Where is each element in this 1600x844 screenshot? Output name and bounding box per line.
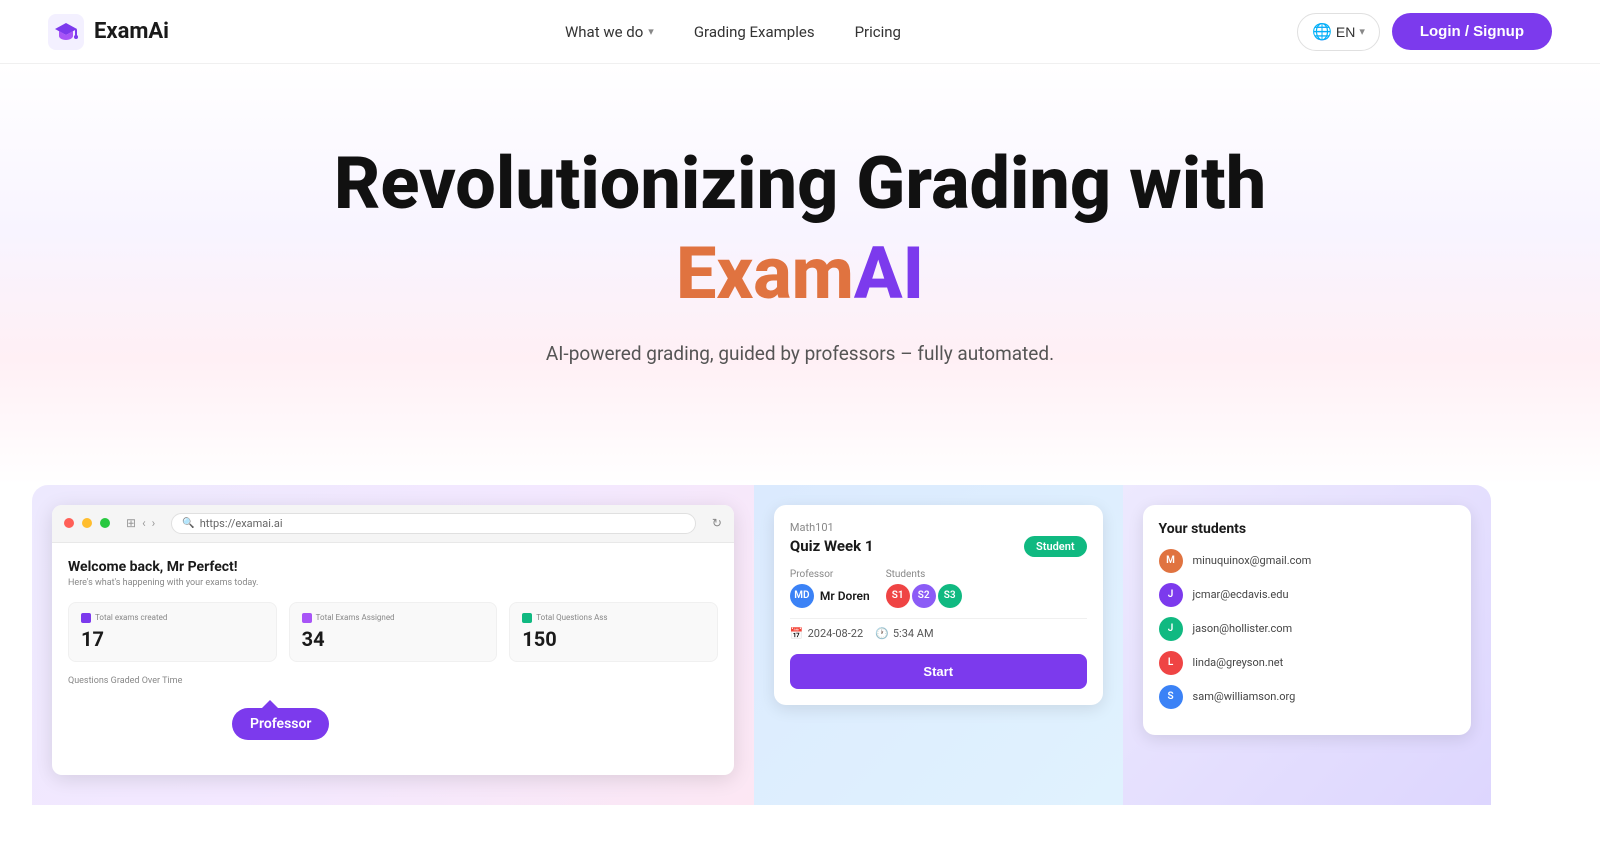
student-avatar: J [1159, 583, 1183, 607]
nav-links: What we do ▾ Grading Examples Pricing [565, 23, 901, 41]
stat-icon-questions [522, 613, 532, 623]
professor-avatar: MD [790, 584, 814, 608]
quiz-course: Math101 [790, 521, 1087, 534]
logo[interactable]: ExamAi [48, 14, 169, 50]
stats-row: Total exams created 17 Total Exams Assig… [68, 602, 718, 662]
student-avatar: S [1159, 685, 1183, 709]
chart-label: Questions Graded Over Time [68, 676, 718, 686]
stat-icon-assigned [302, 613, 312, 623]
student-item: M minuquinox@gmail.com [1159, 549, 1456, 573]
back-icon[interactable]: ‹ [142, 516, 146, 530]
professor-tooltip: Professor [232, 708, 329, 740]
browser-bar: ⊞ ‹ › 🔍 https://examai.ai ↻ [52, 505, 734, 543]
brand-exam: Exam [676, 231, 854, 316]
student-item: J jason@hollister.com [1159, 617, 1456, 641]
navbar: ExamAi What we do ▾ Grading Examples Pri… [0, 0, 1600, 64]
stat-exams-assigned: Total Exams Assigned 34 [289, 602, 498, 662]
student-avatar-1: S1 [886, 584, 910, 608]
chevron-down-icon: ▾ [648, 25, 654, 38]
url-bar[interactable]: 🔍 https://examai.ai [171, 513, 696, 534]
browser-controls: ⊞ ‹ › [126, 516, 155, 530]
student-item: L linda@greyson.net [1159, 651, 1456, 675]
quiz-date: 📅 2024-08-22 [790, 627, 863, 640]
language-button[interactable]: 🌐 EN ▾ [1297, 13, 1380, 51]
student-item: S sam@williamson.org [1159, 685, 1456, 709]
brand-ai: AI [854, 231, 924, 316]
professor-info: MD Mr Doren [790, 584, 870, 608]
nav-grading-examples[interactable]: Grading Examples [694, 23, 815, 41]
quiz-info-row: Professor MD Mr Doren Students S1 S2 S3 [790, 569, 1087, 608]
logo-icon [48, 14, 84, 50]
quiz-title: Quiz Week 1 [790, 537, 874, 555]
welcome-subtitle: Here's what's happening with your exams … [68, 578, 718, 588]
quiz-title-row: Quiz Week 1 Student [790, 536, 1087, 557]
student-avatar-3: S3 [938, 584, 962, 608]
browser-content: Welcome back, Mr Perfect! Here's what's … [52, 543, 734, 702]
student-avatar: L [1159, 651, 1183, 675]
students-title: Your students [1159, 521, 1456, 537]
logo-text: ExamAi [94, 19, 169, 44]
quiz-datetime: 📅 2024-08-22 🕐 5:34 AM [790, 618, 1087, 640]
forward-icon[interactable]: › [152, 516, 156, 530]
student-badge: Student [1024, 536, 1087, 557]
stat-icon [81, 613, 91, 623]
student-avatar: M [1159, 549, 1183, 573]
browser-dot-red [64, 518, 74, 528]
welcome-title: Welcome back, Mr Perfect! [68, 559, 718, 575]
browser-window: ⊞ ‹ › 🔍 https://examai.ai ↻ Welcome back… [52, 505, 734, 775]
browser-dot-yellow [82, 518, 92, 528]
clock-icon: 🕐 [875, 627, 889, 640]
start-button[interactable]: Start [790, 654, 1087, 689]
professor-name: Mr Doren [820, 589, 870, 603]
search-icon: 🔍 [182, 518, 194, 529]
screenshots-section: ⊞ ‹ › 🔍 https://examai.ai ↻ Welcome back… [0, 485, 1600, 805]
nav-right: 🌐 EN ▾ Login / Signup [1297, 13, 1552, 51]
nav-pricing[interactable]: Pricing [855, 23, 901, 41]
browser-dot-green [100, 518, 110, 528]
sidebar-icon: ⊞ [126, 516, 136, 530]
students-list: M minuquinox@gmail.com J jcmar@ecdavis.e… [1159, 549, 1456, 709]
hero-title-line1: Revolutionizing Grading with [48, 144, 1552, 223]
students-avatars: S1 S2 S3 [886, 584, 962, 608]
student-item: J jcmar@ecdavis.edu [1159, 583, 1456, 607]
hero-title-brand: ExamAI [48, 231, 1552, 317]
student-avatar-2: S2 [912, 584, 936, 608]
calendar-icon: 📅 [790, 627, 804, 640]
login-signup-button[interactable]: Login / Signup [1392, 13, 1552, 50]
hero-section: Revolutionizing Grading with ExamAI AI-p… [0, 64, 1600, 485]
tooltip-arrow [262, 700, 278, 708]
quiz-card: Math101 Quiz Week 1 Student Professor MD… [774, 505, 1103, 705]
quiz-professor-col: Professor MD Mr Doren [790, 569, 870, 608]
student-avatar: J [1159, 617, 1183, 641]
quiz-time: 🕐 5:34 AM [875, 627, 933, 640]
refresh-icon[interactable]: ↻ [712, 516, 722, 530]
lang-chevron-icon: ▾ [1359, 25, 1365, 38]
panel-left: ⊞ ‹ › 🔍 https://examai.ai ↻ Welcome back… [32, 485, 754, 805]
students-card: Your students M minuquinox@gmail.com J j… [1143, 505, 1472, 735]
quiz-students-col: Students S1 S2 S3 [886, 569, 962, 608]
hero-subtitle: AI-powered grading, guided by professors… [48, 342, 1552, 365]
panel-middle: Math101 Quiz Week 1 Student Professor MD… [754, 485, 1123, 805]
panel-right: Your students M minuquinox@gmail.com J j… [1123, 485, 1492, 805]
globe-icon: 🌐 [1312, 22, 1332, 42]
nav-what-we-do[interactable]: What we do ▾ [565, 23, 654, 41]
stat-questions: Total Questions Ass 150 [509, 602, 718, 662]
stat-exams-created: Total exams created 17 [68, 602, 277, 662]
